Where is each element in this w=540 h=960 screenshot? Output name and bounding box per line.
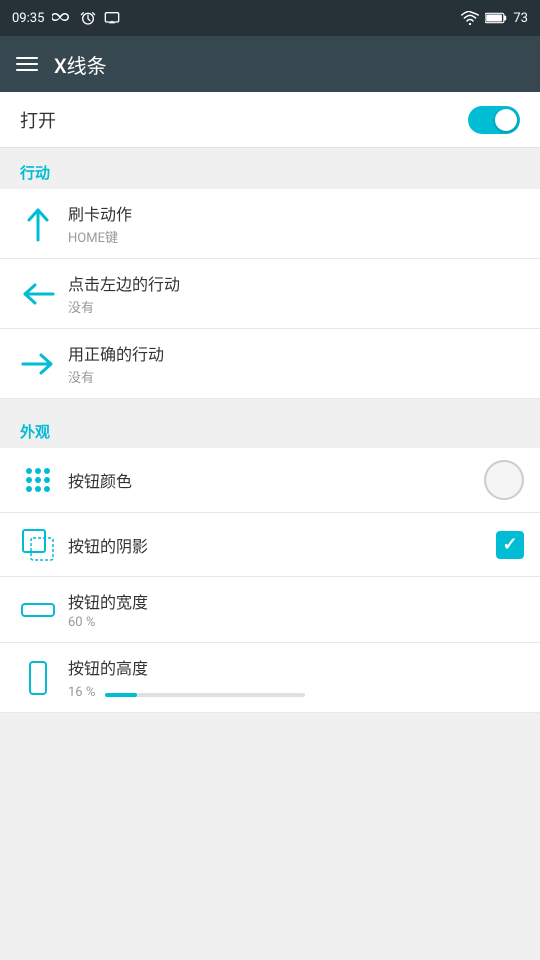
color-circle[interactable]	[484, 460, 524, 500]
checkbox-action[interactable]	[476, 531, 524, 559]
list-item-left-action[interactable]: 点击左边的行动 没有	[0, 259, 540, 329]
button-width-content: 按钮的宽度 60 %	[60, 589, 524, 630]
wifi-icon	[461, 11, 479, 25]
infinite-icon	[52, 11, 72, 25]
button-shadow-content: 按钮的阴影	[60, 533, 476, 557]
button-width-subtitle: 60 %	[68, 615, 524, 630]
list-item-right-action[interactable]: 用正确的行动 没有	[0, 329, 540, 399]
battery-level: 73	[513, 11, 528, 26]
left-action-subtitle: 没有	[68, 297, 524, 316]
left-action-title: 点击左边的行动	[68, 271, 524, 295]
checkbox-checked[interactable]	[496, 531, 524, 559]
color-circle-action[interactable]	[476, 460, 524, 500]
section-divider	[0, 399, 540, 407]
arrow-left-icon	[16, 282, 60, 306]
section-header-appearance: 外观	[0, 407, 540, 448]
alarm-icon	[80, 10, 96, 26]
swipe-action-title: 刷卡动作	[68, 201, 524, 225]
swipe-action-content: 刷卡动作 HOME键	[60, 201, 524, 246]
arrow-up-icon	[16, 206, 60, 242]
arrow-right-icon	[16, 352, 60, 376]
right-action-title: 用正确的行动	[68, 341, 524, 365]
height-slider[interactable]	[105, 693, 305, 697]
toggle-row: 打开	[0, 92, 540, 148]
battery-icon	[485, 11, 507, 25]
button-height-title: 按钮的高度	[68, 655, 524, 679]
button-shadow-title: 按钮的阴影	[68, 533, 476, 557]
toolbar-title: X线条	[54, 50, 107, 79]
button-color-title: 按钮颜色	[68, 468, 476, 492]
menu-button[interactable]	[16, 57, 38, 71]
message-icon	[104, 10, 120, 26]
button-height-subtitle: 16 %	[68, 685, 95, 700]
status-time: 09:35	[12, 11, 44, 26]
list-item-button-height[interactable]: 按钮的高度 16 %	[0, 643, 540, 713]
status-right: 73	[461, 11, 528, 26]
button-color-content: 按钮颜色	[60, 468, 476, 492]
height-rect-icon	[16, 660, 60, 696]
swipe-action-subtitle: HOME键	[68, 227, 524, 246]
toggle-switch[interactable]	[468, 106, 520, 134]
list-item-button-color[interactable]: 按钮颜色	[0, 448, 540, 513]
shadow-box-icon	[16, 528, 60, 562]
button-height-content: 按钮的高度 16 %	[60, 655, 524, 700]
toggle-label: 打开	[20, 107, 56, 133]
section-header-actions: 行动	[0, 148, 540, 189]
dots-grid-icon	[16, 468, 60, 492]
width-rect-icon	[16, 600, 60, 620]
toolbar: X线条	[0, 36, 540, 92]
right-action-subtitle: 没有	[68, 367, 524, 386]
left-action-content: 点击左边的行动 没有	[60, 271, 524, 316]
list-item-swipe-action[interactable]: 刷卡动作 HOME键	[0, 189, 540, 259]
list-item-button-width[interactable]: 按钮的宽度 60 %	[0, 577, 540, 643]
right-action-content: 用正确的行动 没有	[60, 341, 524, 386]
button-width-title: 按钮的宽度	[68, 589, 524, 613]
status-bar: 09:35 73	[0, 0, 540, 36]
list-item-button-shadow[interactable]: 按钮的阴影	[0, 513, 540, 577]
status-left: 09:35	[12, 10, 120, 26]
